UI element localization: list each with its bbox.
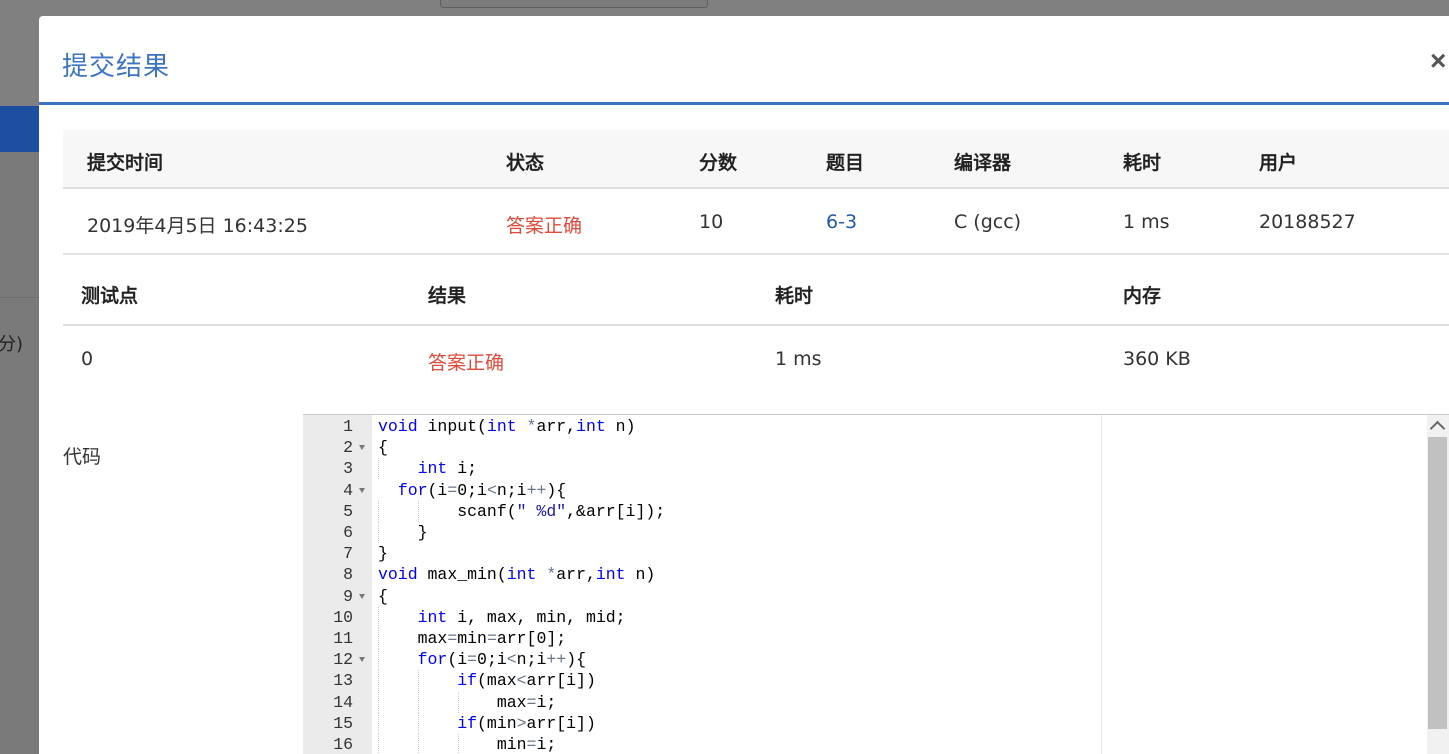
code-text: min=i; (378, 735, 557, 754)
code-text: } (378, 523, 428, 542)
submission-table: 提交时间 状态 分数 题目 编译器 耗时 用户 2019年4月5日 16:43:… (63, 130, 1449, 255)
score-value: 10 (699, 211, 724, 233)
test-case-table: 测试点 结果 耗时 内存 0 答案正确 1 ms 360 KB (63, 257, 1449, 396)
header-compiler: 编译器 (954, 152, 1012, 174)
header-memory: 内存 (1123, 285, 1162, 307)
user-value: 20188527 (1259, 211, 1356, 233)
code-text: int i; (417, 459, 478, 479)
line-number: 4 (343, 480, 353, 500)
submission-table-header: 提交时间 状态 分数 题目 编译器 耗时 用户 (63, 130, 1449, 189)
header-elapsed: 耗时 (1123, 152, 1162, 174)
submit-time: 2019年4月5日 16:43:25 (87, 215, 308, 237)
code-line: 8 void max_min(int *arr,int n) (303, 564, 1423, 585)
test-case-id: 0 (81, 348, 94, 370)
code-text: scanf(" %d",&arr[i]); (378, 501, 666, 521)
test-elapsed: 1 ms (775, 348, 822, 370)
code-line: 1 void input(int *arr,int n) (303, 416, 1423, 437)
line-number: 10 (333, 607, 353, 627)
line-number: 15 (333, 713, 353, 733)
test-table-header: 测试点 结果 耗时 内存 (63, 257, 1449, 326)
status-accepted: 答案正确 (506, 215, 583, 237)
fold-arrow-icon[interactable] (359, 487, 365, 493)
code-line: 9{ (303, 586, 1423, 607)
header-status: 状态 (506, 152, 545, 174)
code-text: } (378, 544, 388, 564)
code-line: 14 max=i; (303, 691, 1423, 713)
scrollbar-thumb[interactable] (1428, 437, 1447, 729)
background-input (440, 0, 708, 8)
header-user: 用户 (1259, 152, 1298, 174)
code-text: for(i=0;i<n;i++){ (417, 650, 587, 670)
line-number: 8 (343, 565, 353, 585)
code-text: if(min>arr[i]) (457, 713, 596, 733)
line-number: 1 (343, 417, 353, 436)
code-line: 15 if(min>arr[i]) (303, 712, 1423, 734)
compiler-value: C (gcc) (954, 211, 1022, 233)
line-number: 12 (333, 650, 353, 670)
code-line: 13 if(max<arr[i]) (303, 670, 1423, 692)
code-text: for(i=0;i<n;i++){ (397, 480, 567, 500)
background-nav-bar (0, 106, 40, 152)
fold-arrow-icon[interactable] (359, 657, 365, 663)
code-line: 2{ (303, 437, 1423, 458)
elapsed-value: 1 ms (1123, 211, 1170, 233)
fold-arrow-icon[interactable] (359, 445, 365, 451)
header-test-elapsed: 耗时 (775, 285, 814, 307)
code-line: 11 max=min=arr[0]; (303, 628, 1423, 649)
code-text: max=min=arr[0]; (378, 629, 567, 648)
header-submit-time: 提交时间 (87, 152, 164, 174)
code-line: 3 int i; (303, 458, 1423, 480)
problem-link[interactable]: 6-3 (826, 211, 857, 233)
code-text: void input(int *arr,int n) (378, 417, 636, 436)
line-number: 9 (343, 586, 353, 606)
code-text: { (378, 438, 388, 458)
header-problem: 题目 (826, 152, 865, 174)
code-label: 代码 (63, 446, 102, 468)
code-line: 7} (303, 543, 1423, 564)
line-number: 13 (333, 671, 353, 691)
header-result: 结果 (428, 285, 467, 307)
submission-result-modal: 提交结果 × 提交时间 状态 分数 题目 编译器 耗时 用户 2019年4月5日… (39, 16, 1449, 754)
line-number: 7 (343, 544, 353, 564)
code-text: if(max<arr[i]) (457, 671, 596, 691)
line-number: 3 (343, 459, 353, 479)
header-test-case: 测试点 (81, 285, 139, 307)
code-text: int i, max, min, mid; (417, 607, 626, 627)
code-line: 12 for(i=0;i<n;i++){ (303, 649, 1423, 671)
test-result-accepted: 答案正确 (428, 352, 505, 374)
table-row: 0 答案正确 1 ms 360 KB (63, 326, 1449, 396)
fold-arrow-icon[interactable] (359, 593, 365, 599)
line-number: 5 (343, 501, 353, 521)
table-row: 2019年4月5日 16:43:25 答案正确 10 6-3 C (gcc) 1… (63, 189, 1449, 255)
modal-title: 提交结果 (62, 52, 171, 82)
code-line: 6 } (303, 522, 1423, 543)
code-line: 16 min=i; (303, 734, 1423, 754)
background-divider (0, 297, 40, 298)
line-number: 2 (343, 438, 353, 458)
line-number: 11 (333, 629, 353, 648)
background-partial-text: 分) (0, 334, 24, 355)
close-button[interactable]: × (1430, 47, 1446, 75)
code-line: 10 int i, max, min, mid; (303, 606, 1423, 628)
code-editor[interactable]: 1 void input(int *arr,int n) 2{3 int i; 4 f… (303, 414, 1449, 754)
code-line: 5 scanf(" %d",&arr[i]); (303, 500, 1423, 522)
code-text: max=i; (378, 692, 557, 712)
code-text: void max_min(int *arr,int n) (378, 565, 656, 585)
background-panel (0, 152, 40, 754)
modal-header: 提交结果 × (39, 16, 1449, 105)
code-line: 4 for(i=0;i<n;i++){ (303, 480, 1423, 501)
line-number: 14 (333, 692, 353, 712)
line-number: 6 (343, 523, 353, 542)
code-text: { (378, 586, 388, 606)
test-memory: 360 KB (1123, 348, 1191, 370)
scroll-up-arrow-icon[interactable] (1427, 415, 1449, 437)
header-score: 分数 (699, 152, 738, 174)
line-number: 16 (333, 735, 353, 754)
